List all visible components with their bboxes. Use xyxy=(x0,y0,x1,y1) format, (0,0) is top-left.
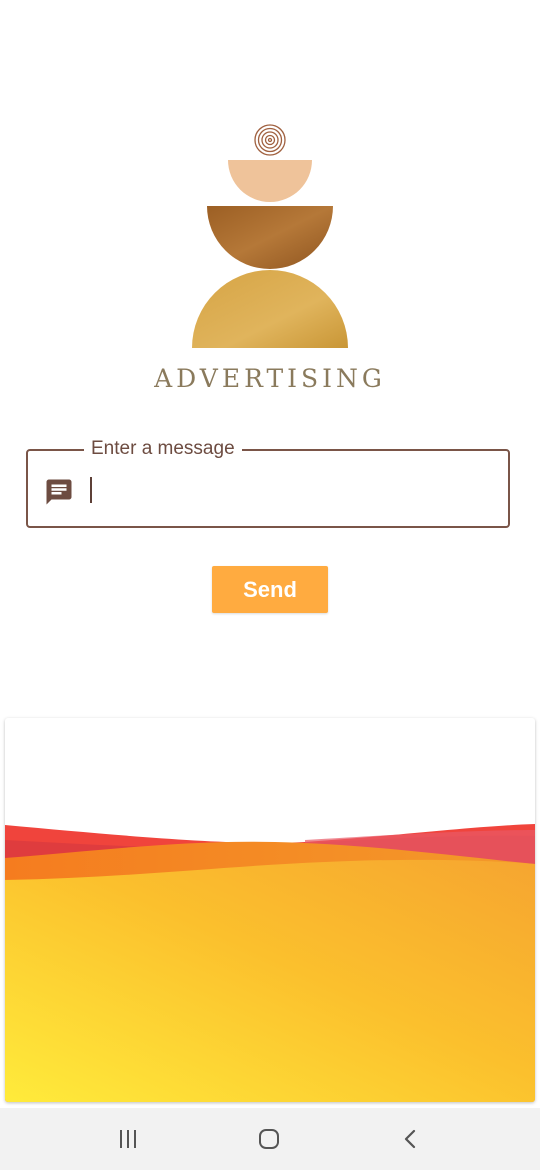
wave-banner xyxy=(5,718,535,1102)
screen: ADVERTISING Enter a message Send xyxy=(0,0,540,1170)
wave-illustration xyxy=(5,824,535,1102)
send-button[interactable]: Send xyxy=(212,566,328,613)
brand-logo xyxy=(192,124,348,348)
back-icon[interactable] xyxy=(390,1124,430,1154)
message-input[interactable] xyxy=(88,471,488,507)
message-field-label: Enter a message xyxy=(84,437,242,461)
message-icon xyxy=(46,479,72,505)
brand-name: ADVERTISING xyxy=(154,364,386,393)
system-nav-bar xyxy=(0,1108,540,1170)
swirl-icon xyxy=(254,124,286,156)
home-icon[interactable] xyxy=(249,1124,289,1154)
middle-bowl-shape xyxy=(207,206,333,269)
message-field[interactable]: Enter a message xyxy=(26,437,510,528)
text-cursor xyxy=(90,477,92,503)
bottom-dome-shape xyxy=(192,270,348,348)
top-bowl-shape xyxy=(228,160,312,202)
recents-icon[interactable] xyxy=(108,1124,148,1154)
